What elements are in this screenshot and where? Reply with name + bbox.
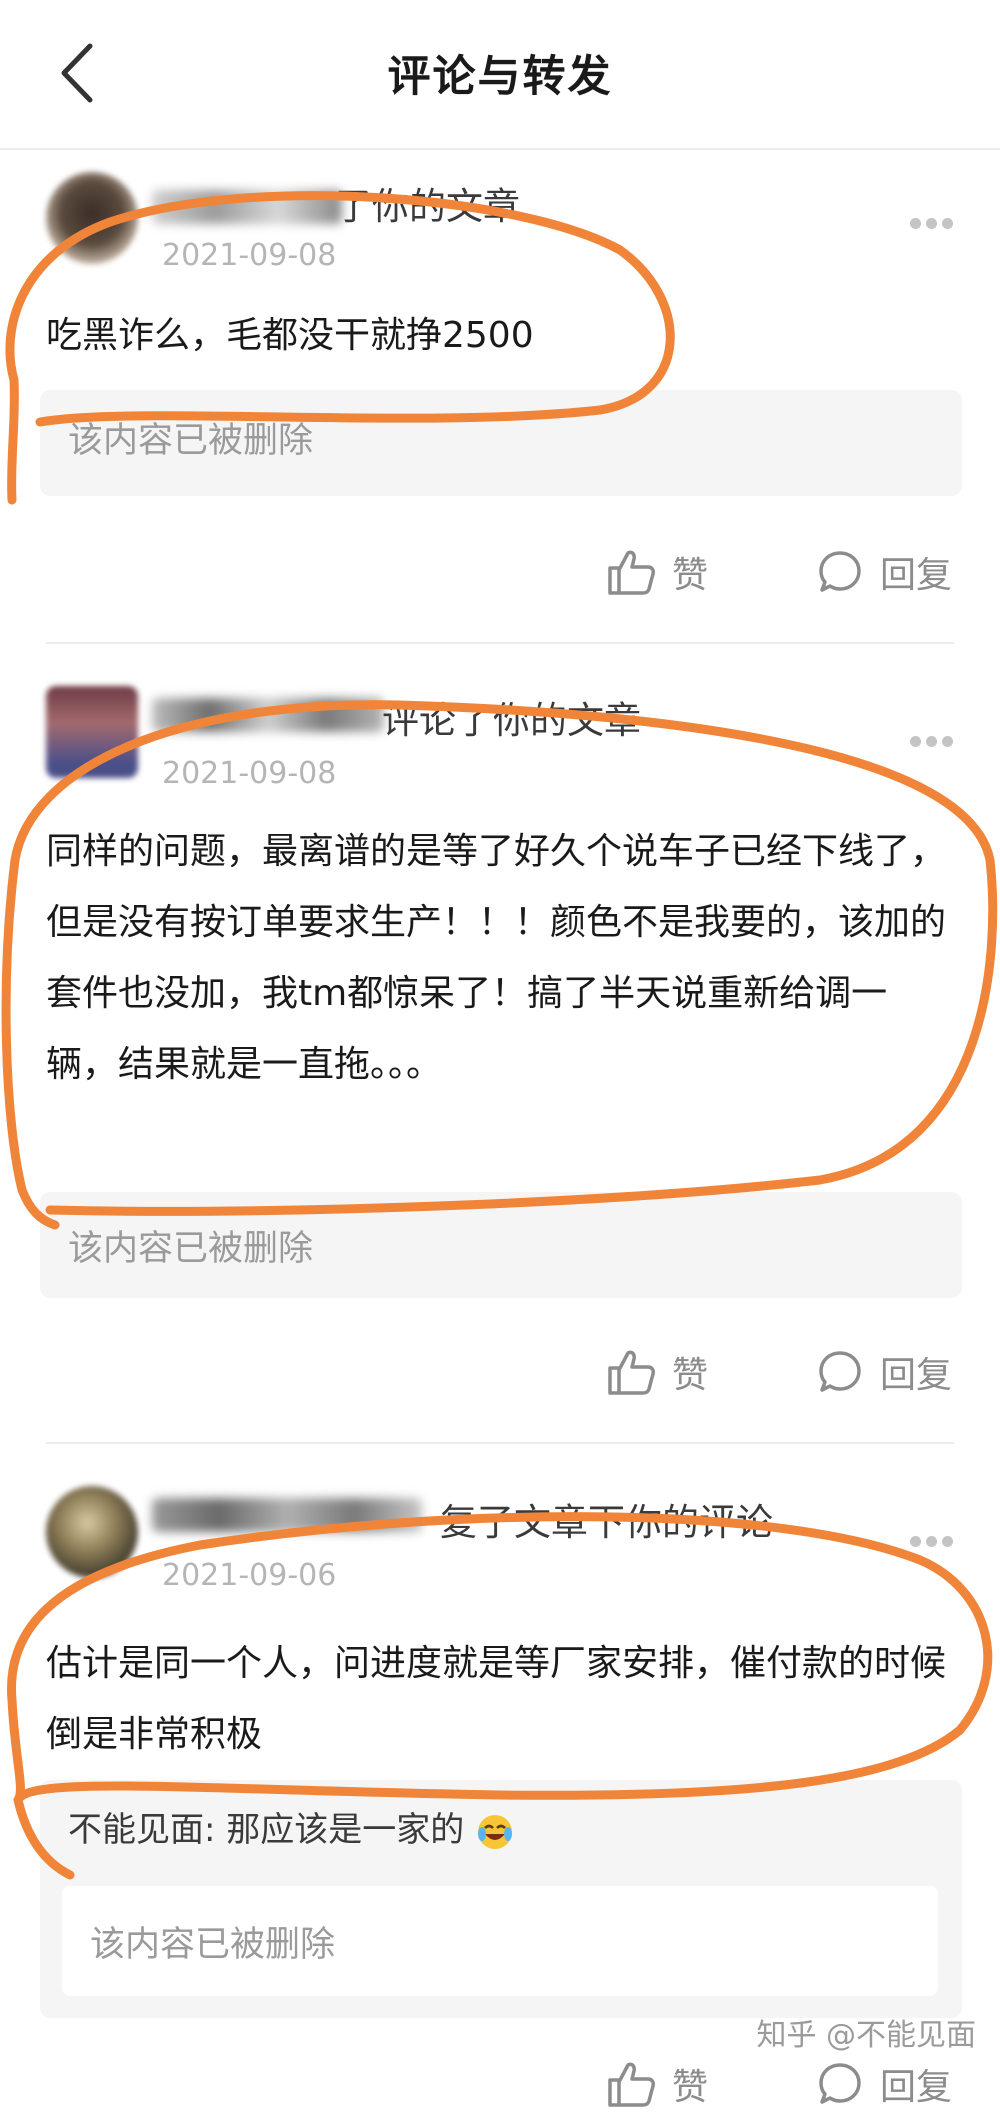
avatar[interactable] [46, 1486, 138, 1578]
laughing-crying-emoji-icon [478, 1814, 513, 1849]
reply-bubble-icon [819, 1351, 861, 1392]
like-label: 赞 [672, 555, 709, 596]
top-bar: 评论与转发 [0, 0, 1000, 150]
thumbs-up-icon [608, 2062, 655, 2107]
reply-bubble-icon [819, 551, 861, 592]
deleted-notice: 该内容已被删除 [68, 421, 314, 461]
like-label: 赞 [672, 2067, 709, 2108]
comment-action-text: 评论了你的文章 [382, 699, 641, 742]
like-label: 赞 [672, 1355, 709, 1396]
quoted-reply-text: 不能见面: 那应该是一家的 [68, 1802, 515, 1852]
reply-button[interactable]: 回复 [816, 542, 952, 602]
divider [46, 1442, 954, 1444]
reply-label: 回复 [880, 1355, 953, 1396]
quoted-content-panel: 该内容已被删除 [40, 1192, 962, 1298]
quoted-reply-panel: 不能见面: 那应该是一家的 该内容已被删除 [40, 1780, 962, 2018]
reply-bubble-icon [819, 2063, 861, 2104]
reply-button[interactable]: 回复 [816, 2054, 952, 2114]
more-options-icon[interactable] [910, 1532, 958, 1547]
reply-button[interactable]: 回复 [816, 1342, 952, 1402]
thumbs-up-icon [608, 550, 655, 595]
nested-quote-box: 该内容已被删除 [62, 1886, 938, 1996]
quoted-reply-content: 不能见面: 那应该是一家的 [68, 1810, 465, 1850]
more-options-icon[interactable] [910, 214, 958, 229]
comment-action-text: 了你的文章 [335, 185, 520, 228]
comment-date: 2021-09-06 [162, 1558, 337, 1593]
comment-text: 同样的问题，最离谱的是等了好久个说车子已经下线了，但是没有按订单要求生产！！！颜… [46, 831, 947, 1085]
like-button[interactable]: 赞 [606, 1342, 708, 1402]
like-button[interactable]: 赞 [606, 542, 708, 602]
comment-action-text: 复了文章下你的评论 [440, 1501, 773, 1544]
username-blurred[interactable] [152, 1498, 422, 1532]
comment-text: 吃黑诈么，毛都没干就挣2500 [46, 315, 534, 356]
deleted-notice: 该内容已被删除 [68, 1229, 314, 1269]
page-title: 评论与转发 [387, 52, 613, 102]
reply-label: 回复 [880, 555, 953, 596]
comment-date: 2021-09-08 [162, 238, 337, 273]
comment-date: 2021-09-08 [162, 756, 337, 791]
deleted-notice: 该内容已被删除 [90, 1925, 336, 1965]
reply-label: 回复 [880, 2067, 953, 2108]
more-options-icon[interactable] [910, 732, 958, 747]
avatar[interactable] [46, 686, 138, 778]
thumbs-up-icon [608, 1350, 655, 1395]
like-button[interactable]: 赞 [606, 2054, 708, 2114]
username-blurred[interactable] [152, 190, 342, 224]
username-blurred[interactable] [152, 698, 384, 732]
quoted-content-panel: 该内容已被删除 [40, 390, 962, 496]
divider [46, 642, 954, 644]
watermark: 知乎 @不能见面 [756, 2018, 976, 2053]
avatar[interactable] [46, 172, 138, 264]
comment-text: 估计是同一个人，问进度就是等厂家安排，催付款的时候倒是非常积极 [46, 1643, 947, 1755]
